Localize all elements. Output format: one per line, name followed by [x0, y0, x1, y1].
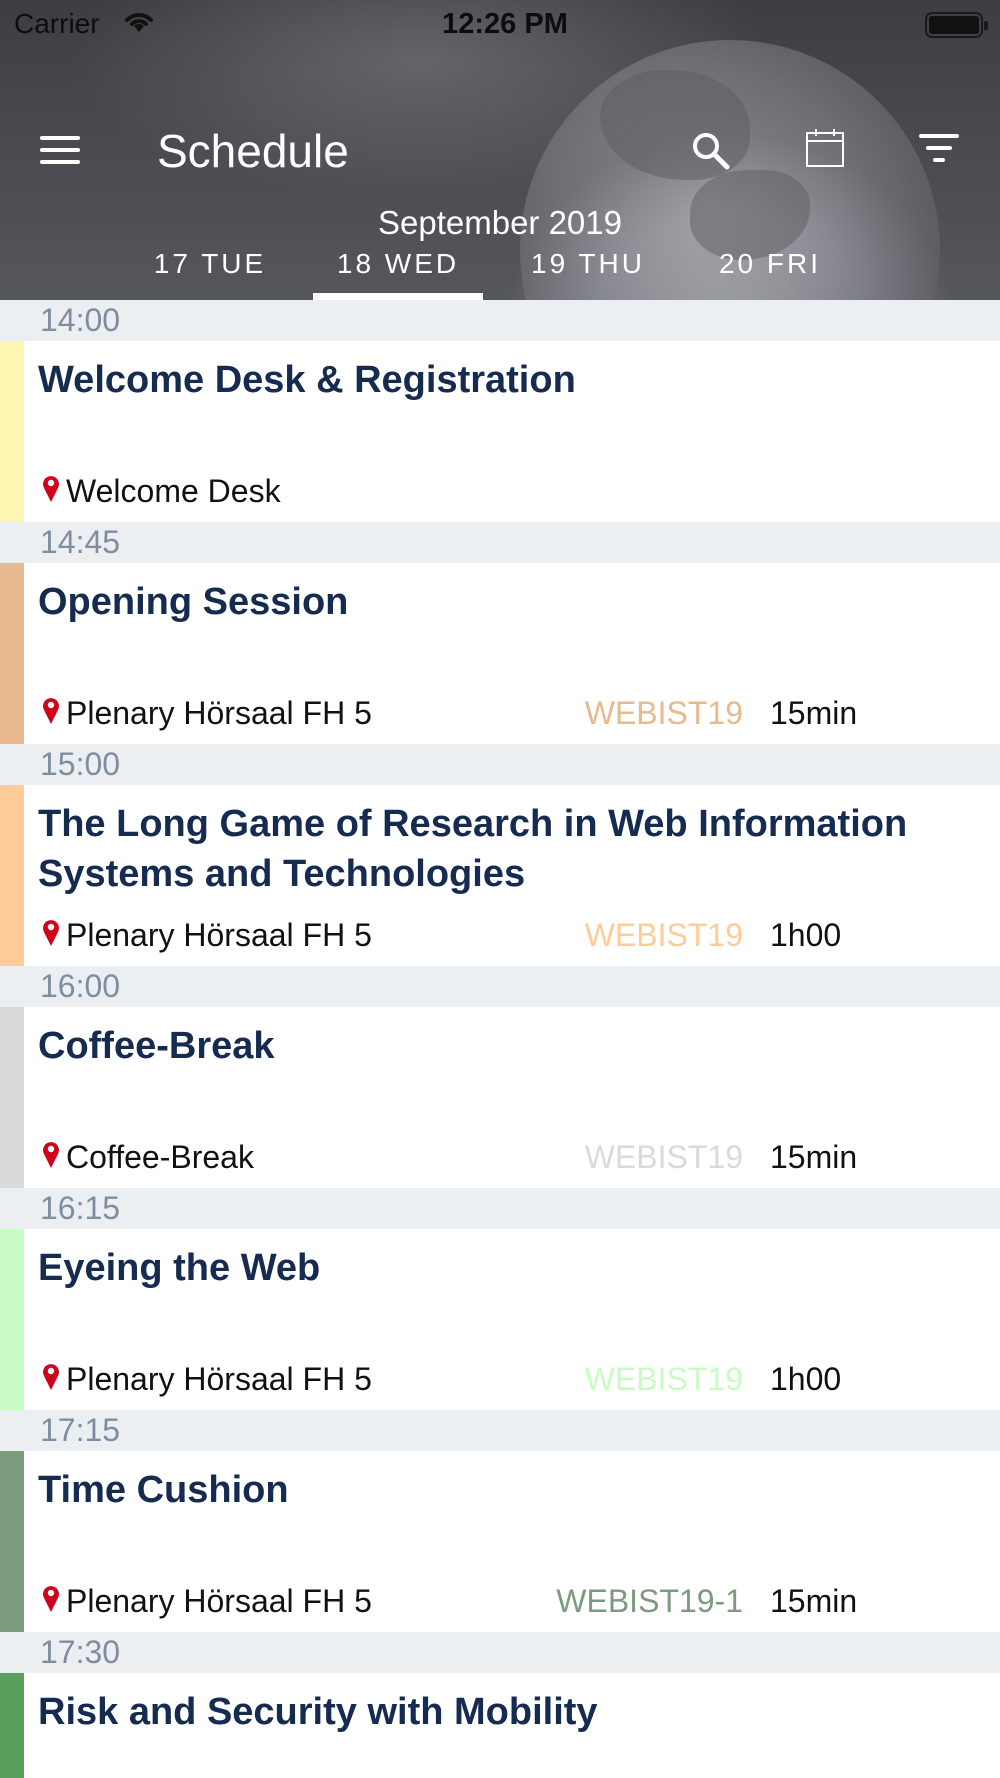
- track-color-bar: [0, 1451, 24, 1632]
- track-color-bar: [0, 563, 24, 744]
- search-icon[interactable]: [690, 130, 732, 172]
- session-title: Time Cushion: [38, 1469, 289, 1511]
- track-color-bar: [0, 341, 24, 522]
- location-pin-icon: [41, 1583, 61, 1613]
- session-track-code: WEBIST19-1: [556, 1583, 743, 1619]
- session-duration: 1h00: [770, 917, 842, 953]
- session-item[interactable]: Time Cushion Plenary Hörsaal FH 5 WEBIST19…: [0, 1451, 1000, 1632]
- time-slot-header: 14:45: [0, 522, 1000, 563]
- session-item[interactable]: Coffee-Break Coffee-Break WEBIST19 15min: [0, 1007, 1000, 1188]
- session-location: Plenary Hörsaal FH 5: [66, 1583, 372, 1619]
- session-meta: Plenary Hörsaal FH 5 WEBIST19 15min: [38, 695, 978, 735]
- track-color-bar: [0, 1673, 24, 1778]
- session-duration: 15min: [770, 1139, 858, 1175]
- session-title: Eyeing the Web: [38, 1247, 321, 1289]
- page-title: Schedule: [157, 125, 349, 177]
- time-slot-header: 16:15: [0, 1188, 1000, 1229]
- session-duration: 15min: [770, 695, 858, 731]
- filter-icon[interactable]: [918, 134, 960, 168]
- session-duration: 15min: [770, 1583, 858, 1619]
- track-color-bar: [0, 1229, 24, 1410]
- session-location: Coffee-Break: [66, 1139, 254, 1175]
- location-pin-icon: [41, 695, 61, 725]
- time-slot-header: 14:00: [0, 300, 1000, 341]
- session-title: The Long Game of Research in Web Informa…: [38, 803, 908, 895]
- session-title: Opening Session: [38, 581, 349, 623]
- session-location: Welcome Desk: [66, 473, 281, 509]
- session-location: Plenary Hörsaal FH 5: [66, 917, 372, 953]
- time-slot-header: 16:00: [0, 966, 1000, 1007]
- session-duration: 1h00: [770, 1361, 842, 1397]
- app-header: Carrier 12:26 PM Schedule September 2019…: [0, 0, 1000, 300]
- location-pin-icon: [41, 1139, 61, 1169]
- session-title: Coffee-Break: [38, 1025, 275, 1067]
- session-meta: Coffee-Break WEBIST19 15min: [38, 1139, 978, 1179]
- session-item[interactable]: Eyeing the Web Plenary Hörsaal FH 5 WEBIST…: [0, 1229, 1000, 1410]
- menu-icon[interactable]: [40, 136, 80, 166]
- session-title: Welcome Desk & Registration: [38, 359, 576, 401]
- session-meta: Plenary Hörsaal FH 5 WEBIST19 1h00: [38, 917, 978, 957]
- session-item[interactable]: Welcome Desk & Registration Welcome Desk: [0, 341, 1000, 522]
- tab-day-17[interactable]: 17 TUE: [125, 244, 295, 300]
- session-track-code: WEBIST19: [584, 695, 743, 731]
- month-label: September 2019: [377, 204, 622, 241]
- session-location: Plenary Hörsaal FH 5: [66, 1361, 372, 1397]
- schedule-list: 14:00 Welcome Desk & Registration Welcome …: [0, 300, 1000, 1778]
- day-tabs: 17 TUE 18 WED 19 THU 20 FRI: [0, 244, 1000, 300]
- time-slot-header: 15:00: [0, 744, 1000, 785]
- location-pin-icon: [41, 473, 61, 503]
- session-track-code: WEBIST19: [584, 1361, 743, 1397]
- track-color-bar: [0, 1007, 24, 1188]
- tab-day-20[interactable]: 20 FRI: [685, 244, 855, 300]
- session-item[interactable]: The Long Game of Research in Web Informa…: [0, 785, 1000, 966]
- calendar-icon[interactable]: [805, 128, 845, 168]
- session-meta: Plenary Hörsaal FH 5 WEBIST19 1h00: [38, 1361, 978, 1401]
- session-item[interactable]: Opening Session Plenary Hörsaal FH 5 WEBIS…: [0, 563, 1000, 744]
- session-meta: Welcome Desk: [38, 473, 978, 513]
- time-slot-header: 17:30: [0, 1632, 1000, 1673]
- time-slot-header: 17:15: [0, 1410, 1000, 1451]
- tab-day-18[interactable]: 18 WED: [313, 244, 483, 300]
- session-track-code: WEBIST19: [584, 1139, 743, 1175]
- session-location: Plenary Hörsaal FH 5: [66, 695, 372, 731]
- session-track-code: WEBIST19: [584, 917, 743, 953]
- session-item[interactable]: Risk and Security with Mobility: [0, 1673, 1000, 1778]
- tab-day-19[interactable]: 19 THU: [503, 244, 673, 300]
- track-color-bar: [0, 785, 24, 966]
- location-pin-icon: [41, 1361, 61, 1391]
- location-pin-icon: [41, 917, 61, 947]
- session-meta: Plenary Hörsaal FH 5 WEBIST19-1 15min: [38, 1583, 978, 1623]
- status-time: 12:26 PM: [442, 8, 568, 40]
- session-title: Risk and Security with Mobility: [38, 1691, 598, 1733]
- battery-icon: [925, 12, 988, 38]
